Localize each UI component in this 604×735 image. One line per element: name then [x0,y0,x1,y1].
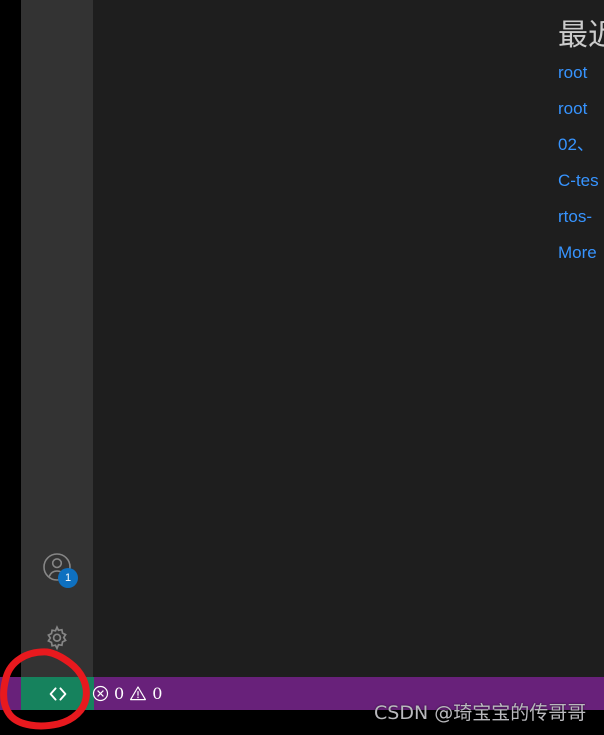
account-icon: 1 [41,551,78,588]
recent-section-title: 最近 [558,18,604,53]
recent-item[interactable]: C-tes [558,168,604,204]
activity-bar: 1 [21,0,93,677]
warning-triangle-icon [129,685,147,702]
error-count: 0 [114,684,125,703]
recent-list: root root 02、 C-tes rtos- More [558,60,604,276]
recent-item[interactable]: root [558,96,604,132]
recent-item[interactable]: 02、 [558,132,604,168]
recent-item[interactable]: rtos- [558,204,604,240]
accounts-badge: 1 [58,568,78,588]
warning-count: 0 [152,684,163,703]
remote-host-icon [46,685,70,703]
welcome-page: 最近 root root 02、 C-tes rtos- More [480,0,604,677]
recent-more-link[interactable]: More [558,240,604,276]
window-left-border [0,0,21,677]
remote-indicator-button[interactable] [21,677,94,710]
error-circle-icon [92,685,109,702]
activity-bar-item-accounts[interactable]: 1 [21,543,93,591]
status-bar-problems[interactable]: 0 0 [86,677,168,710]
watermark-text: CSDN @琦宝宝的传哥哥 [374,702,587,724]
activity-bar-item-manage[interactable] [21,615,93,663]
recent-item[interactable]: root [558,60,604,96]
vscode-window: 1 最近 root root 02、 C-tes rtos- More 0 0 … [0,0,604,730]
gear-icon [41,623,73,655]
